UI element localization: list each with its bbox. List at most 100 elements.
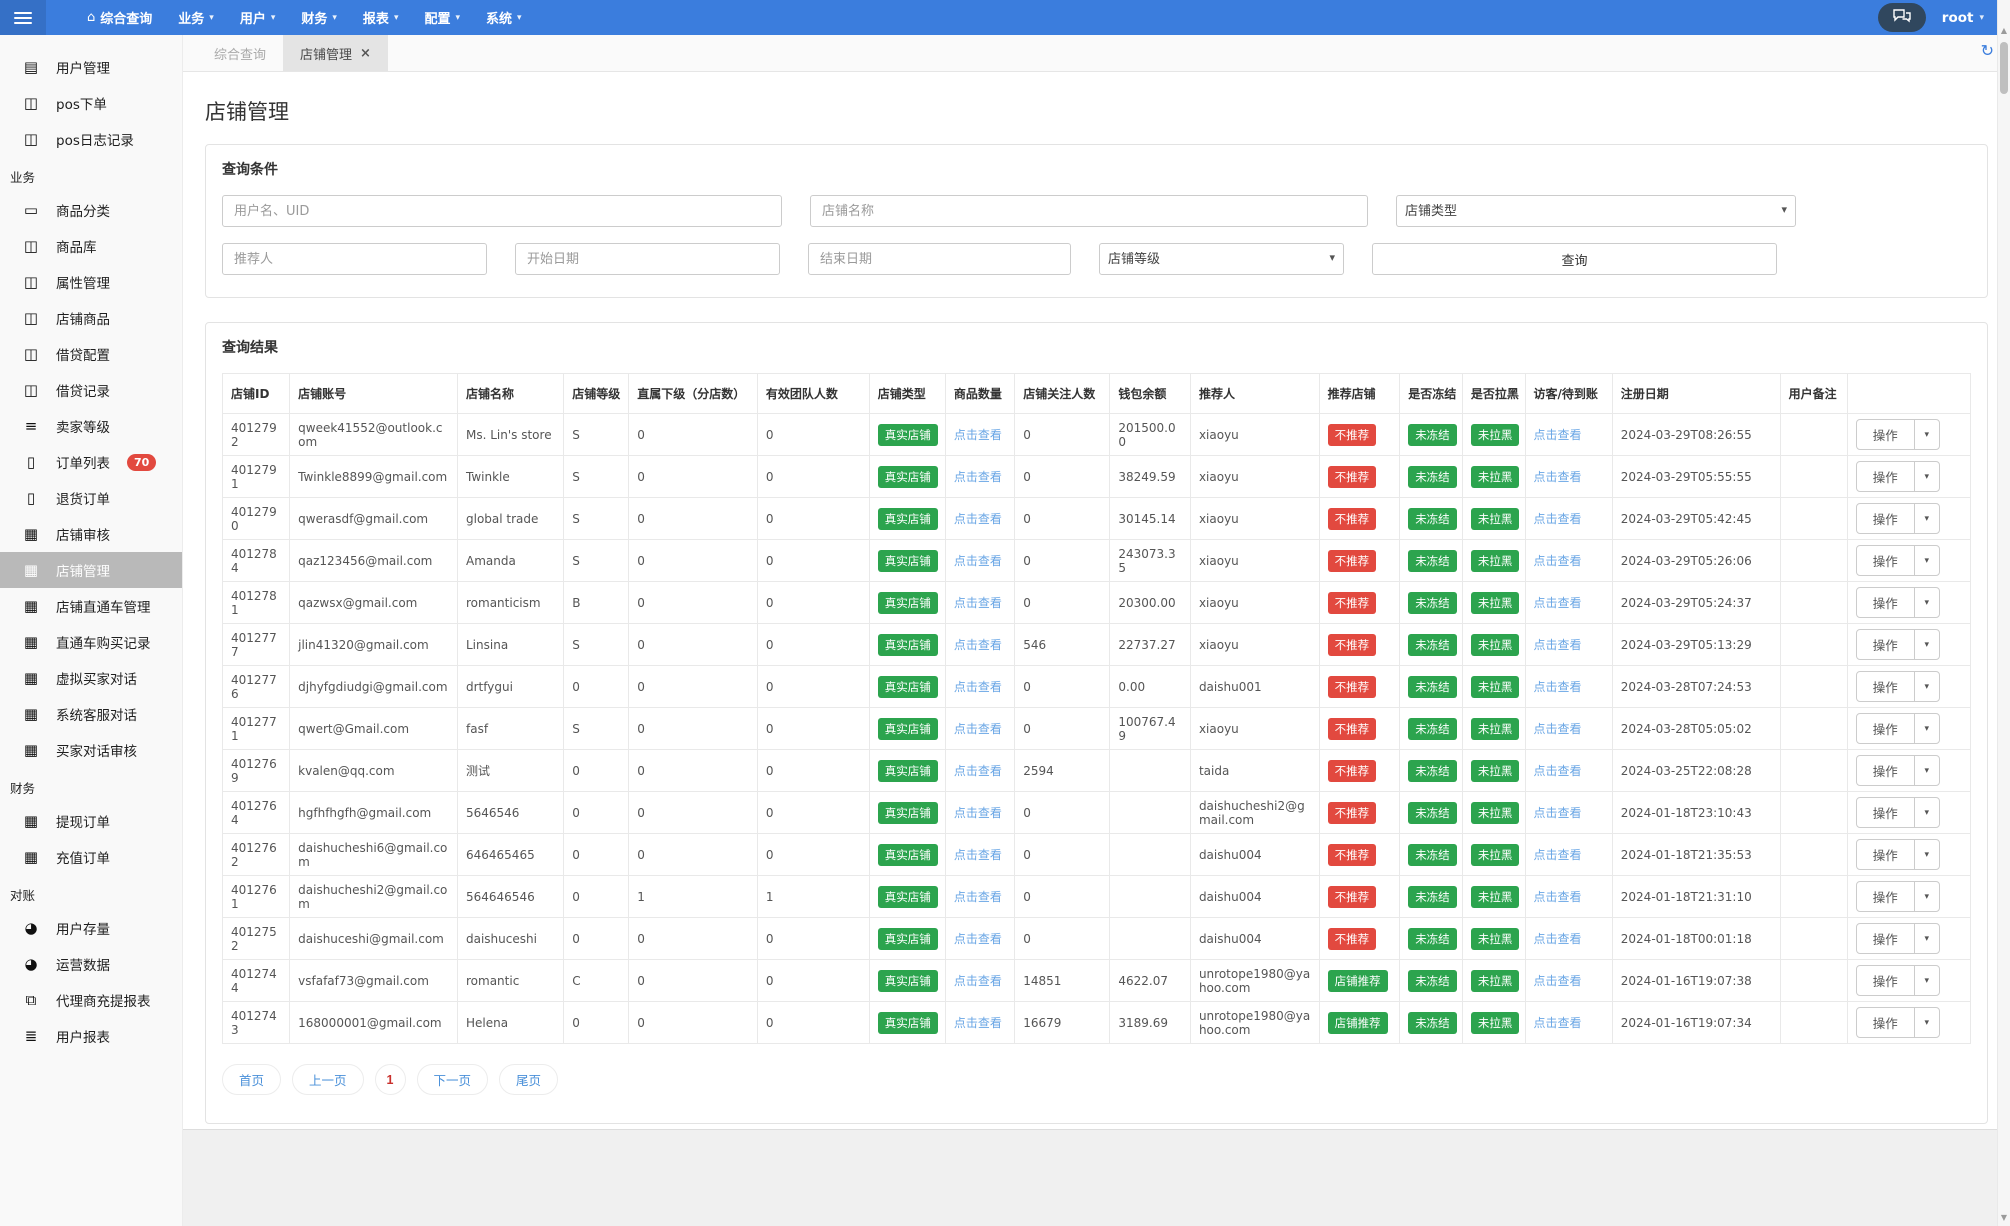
action-caret-button[interactable]: ▾ [1915, 672, 1939, 701]
goods-view-link[interactable]: 点击查看 [954, 638, 1002, 652]
action-button[interactable]: 操作 [1857, 420, 1915, 449]
sidebar-item[interactable]: ◫ 属性管理 [0, 264, 182, 300]
goods-view-link[interactable]: 点击查看 [954, 974, 1002, 988]
goods-view-link[interactable]: 点击查看 [954, 470, 1002, 484]
close-icon[interactable]: × [360, 46, 371, 61]
sidebar-item[interactable]: ◕ 运营数据 [0, 946, 182, 982]
sidebar-item[interactable]: ▦ 店铺管理 [0, 552, 182, 588]
visitor-view-link[interactable]: 点击查看 [1534, 848, 1582, 862]
nav-item-2[interactable]: 用户 ▾ [227, 0, 289, 35]
sidebar-item[interactable]: ◫ 借贷记录 [0, 372, 182, 408]
nav-item-6[interactable]: 系统 ▾ [473, 0, 535, 35]
nav-item-3[interactable]: 财务 ▾ [288, 0, 350, 35]
action-caret-button[interactable]: ▾ [1915, 924, 1939, 953]
sidebar-item[interactable]: ◫ 借贷配置 [0, 336, 182, 372]
sidebar-item[interactable]: ◕ 用户存量 [0, 910, 182, 946]
action-caret-button[interactable]: ▾ [1915, 588, 1939, 617]
goods-view-link[interactable]: 点击查看 [954, 806, 1002, 820]
action-button[interactable]: 操作 [1857, 714, 1915, 743]
scroll-down-icon[interactable]: ▼ [1998, 1213, 2010, 1222]
nav-item-0[interactable]: ⌂ 综合查询 [74, 0, 165, 35]
goods-view-link[interactable]: 点击查看 [954, 596, 1002, 610]
action-caret-button[interactable]: ▾ [1915, 966, 1939, 995]
action-caret-button[interactable]: ▾ [1915, 840, 1939, 869]
sidebar-item[interactable]: ◫ pos日志记录 [0, 121, 182, 157]
action-button[interactable]: 操作 [1857, 756, 1915, 785]
sidebar-item[interactable]: ⧉ 代理商充提报表 [0, 982, 182, 1018]
action-caret-button[interactable]: ▾ [1915, 420, 1939, 449]
visitor-view-link[interactable]: 点击查看 [1534, 806, 1582, 820]
sidebar-item[interactable]: ▦ 系统客服对话 [0, 696, 182, 732]
action-button[interactable]: 操作 [1857, 882, 1915, 911]
action-caret-button[interactable]: ▾ [1915, 1008, 1939, 1037]
end-date-input[interactable] [808, 243, 1071, 275]
sidebar-item[interactable]: ◫ 店铺商品 [0, 300, 182, 336]
goods-view-link[interactable]: 点击查看 [954, 932, 1002, 946]
goods-view-link[interactable]: 点击查看 [954, 890, 1002, 904]
goods-view-link[interactable]: 点击查看 [954, 764, 1002, 778]
action-caret-button[interactable]: ▾ [1915, 798, 1939, 827]
username-uid-input[interactable] [222, 195, 782, 227]
visitor-view-link[interactable]: 点击查看 [1534, 932, 1582, 946]
page-prev-button[interactable]: 上一页 [292, 1064, 364, 1095]
visitor-view-link[interactable]: 点击查看 [1534, 470, 1582, 484]
sidebar-item[interactable]: ▦ 虚拟买家对话 [0, 660, 182, 696]
search-button[interactable]: 查询 [1372, 243, 1777, 275]
visitor-view-link[interactable]: 点击查看 [1534, 974, 1582, 988]
sidebar-item[interactable]: ≡ 卖家等级 [0, 408, 182, 444]
action-button[interactable]: 操作 [1857, 504, 1915, 533]
action-button[interactable]: 操作 [1857, 924, 1915, 953]
action-caret-button[interactable]: ▾ [1915, 504, 1939, 533]
visitor-view-link[interactable]: 点击查看 [1534, 890, 1582, 904]
goods-view-link[interactable]: 点击查看 [954, 428, 1002, 442]
nav-item-1[interactable]: 业务 ▾ [165, 0, 227, 35]
vertical-scrollbar[interactable]: ▲ ▼ [1997, 0, 2010, 1226]
messages-button[interactable] [1877, 3, 1926, 32]
scroll-up-icon[interactable]: ▲ [1998, 26, 2010, 35]
scrollbar-thumb[interactable] [2000, 42, 2008, 94]
sidebar-item[interactable]: ◫ pos下单 [0, 85, 182, 121]
goods-view-link[interactable]: 点击查看 [954, 554, 1002, 568]
shop-name-input[interactable] [810, 195, 1368, 227]
refresh-icon[interactable]: ↻ [1981, 43, 1994, 59]
referrer-input[interactable] [222, 243, 487, 275]
visitor-view-link[interactable]: 点击查看 [1534, 596, 1582, 610]
menu-toggle-button[interactable] [0, 0, 46, 35]
user-menu[interactable]: root ▾ [1942, 10, 1984, 26]
sidebar-item[interactable]: ▯ 退货订单 [0, 480, 182, 516]
action-button[interactable]: 操作 [1857, 630, 1915, 659]
action-caret-button[interactable]: ▾ [1915, 756, 1939, 785]
action-button[interactable]: 操作 [1857, 798, 1915, 827]
visitor-view-link[interactable]: 点击查看 [1534, 638, 1582, 652]
visitor-view-link[interactable]: 点击查看 [1534, 764, 1582, 778]
action-caret-button[interactable]: ▾ [1915, 630, 1939, 659]
page-current-button[interactable]: 1 [374, 1064, 406, 1095]
tab-店铺管理[interactable]: 店铺管理 × [283, 35, 388, 71]
sidebar-item[interactable]: ▦ 店铺直通车管理 [0, 588, 182, 624]
sidebar-item[interactable]: ≣ 用户报表 [0, 1018, 182, 1054]
visitor-view-link[interactable]: 点击查看 [1534, 512, 1582, 526]
sidebar-item[interactable]: ◫ 商品库 [0, 228, 182, 264]
action-button[interactable]: 操作 [1857, 672, 1915, 701]
action-button[interactable]: 操作 [1857, 462, 1915, 491]
sidebar-item[interactable]: ▦ 充值订单 [0, 839, 182, 875]
visitor-view-link[interactable]: 点击查看 [1534, 680, 1582, 694]
sidebar-item[interactable]: ▦ 提现订单 [0, 803, 182, 839]
sidebar-item[interactable]: ▦ 直通车购买记录 [0, 624, 182, 660]
goods-view-link[interactable]: 点击查看 [954, 848, 1002, 862]
action-button[interactable]: 操作 [1857, 966, 1915, 995]
action-caret-button[interactable]: ▾ [1915, 546, 1939, 575]
action-caret-button[interactable]: ▾ [1915, 714, 1939, 743]
page-last-button[interactable]: 尾页 [499, 1064, 559, 1095]
page-next-button[interactable]: 下一页 [416, 1064, 489, 1095]
tab-综合查询[interactable]: 综合查询 [197, 35, 283, 71]
visitor-view-link[interactable]: 点击查看 [1534, 1016, 1582, 1030]
goods-view-link[interactable]: 点击查看 [954, 512, 1002, 526]
sidebar-item[interactable]: ▤ 用户管理 [0, 49, 182, 85]
nav-item-5[interactable]: 配置 ▾ [411, 0, 473, 35]
visitor-view-link[interactable]: 点击查看 [1534, 722, 1582, 736]
visitor-view-link[interactable]: 点击查看 [1534, 428, 1582, 442]
start-date-input[interactable] [515, 243, 780, 275]
page-first-button[interactable]: 首页 [222, 1064, 282, 1095]
visitor-view-link[interactable]: 点击查看 [1534, 554, 1582, 568]
